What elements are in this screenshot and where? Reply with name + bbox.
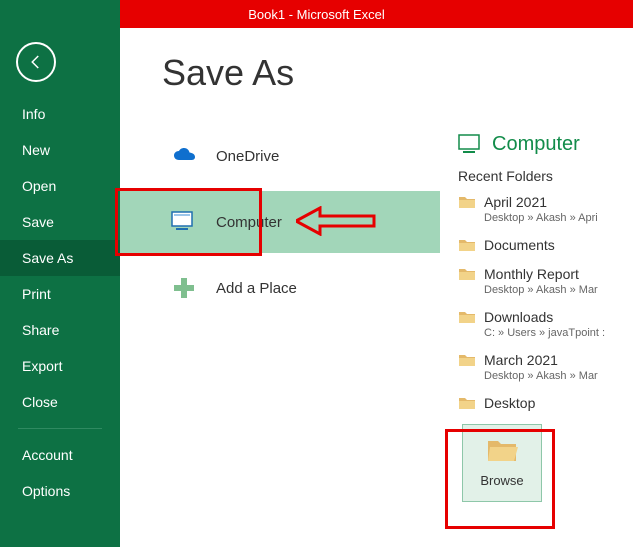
nav-close[interactable]: Close [0,384,120,420]
folder-path: C: » Users » javaTpoint : [484,326,605,340]
right-panel: Computer Recent Folders April 2021 Deskt… [458,133,613,502]
titlebar: Book1 - Microsoft Excel [0,0,633,28]
computer-icon [170,211,198,233]
computer-icon [458,134,484,156]
place-computer-label: Computer [216,214,282,231]
folder-march-2021[interactable]: March 2021 Desktop » Akash » Mar [458,352,613,383]
folder-downloads[interactable]: Downloads C: » Users » javaTpoint : [458,309,613,340]
nav-export[interactable]: Export [0,348,120,384]
back-button[interactable] [16,42,56,82]
folder-path: Desktop » Akash » Mar [484,369,598,383]
plus-icon [170,276,198,300]
nav-new[interactable]: New [0,132,120,168]
nav-divider [18,428,102,429]
nav-save[interactable]: Save [0,204,120,240]
nav-open[interactable]: Open [0,168,120,204]
place-add[interactable]: Add a Place [162,268,462,308]
folder-desktop[interactable]: Desktop [458,395,613,412]
place-add-label: Add a Place [216,280,297,297]
folder-icon [458,395,476,411]
folder-icon [458,237,476,253]
folder-icon [458,352,476,368]
nav-share[interactable]: Share [0,312,120,348]
nav-account[interactable]: Account [0,437,120,473]
folder-label: Documents [484,237,555,254]
browse-label: Browse [480,473,523,488]
folder-april-2021[interactable]: April 2021 Desktop » Akash » Apri [458,194,613,225]
folder-label: Desktop [484,395,535,412]
folder-monthly-report[interactable]: Monthly Report Desktop » Akash » Mar [458,266,613,297]
browse-button[interactable]: Browse [462,424,542,502]
folder-documents[interactable]: Documents [458,237,613,254]
page-title: Save As [162,52,623,94]
folder-label: March 2021 [484,352,598,369]
nav-info[interactable]: Info [0,96,120,132]
folder-icon [458,309,476,325]
folder-label: Monthly Report [484,266,598,283]
folder-path: Desktop » Akash » Mar [484,283,598,297]
right-panel-title: Computer [492,133,580,156]
folder-path: Desktop » Akash » Apri [484,211,598,225]
folder-icon [458,266,476,282]
folder-icon [458,194,476,210]
folder-label: April 2021 [484,194,598,211]
right-panel-header: Computer [458,133,613,156]
place-computer[interactable]: Computer [162,202,462,242]
onedrive-icon [170,147,198,165]
titlebar-green-patch [0,0,120,28]
recent-folders-label: Recent Folders [458,168,613,184]
folder-label: Downloads [484,309,605,326]
folder-open-icon [486,437,518,463]
content: Save As OneDrive Computer [120,28,633,547]
nav-print[interactable]: Print [0,276,120,312]
titlebar-title: Book1 - Microsoft Excel [248,7,385,22]
place-onedrive-label: OneDrive [216,148,279,165]
place-onedrive[interactable]: OneDrive [162,136,462,176]
sidebar: Info New Open Save Save As Print Share E… [0,28,120,547]
nav-save-as[interactable]: Save As [0,240,120,276]
nav-options[interactable]: Options [0,473,120,509]
